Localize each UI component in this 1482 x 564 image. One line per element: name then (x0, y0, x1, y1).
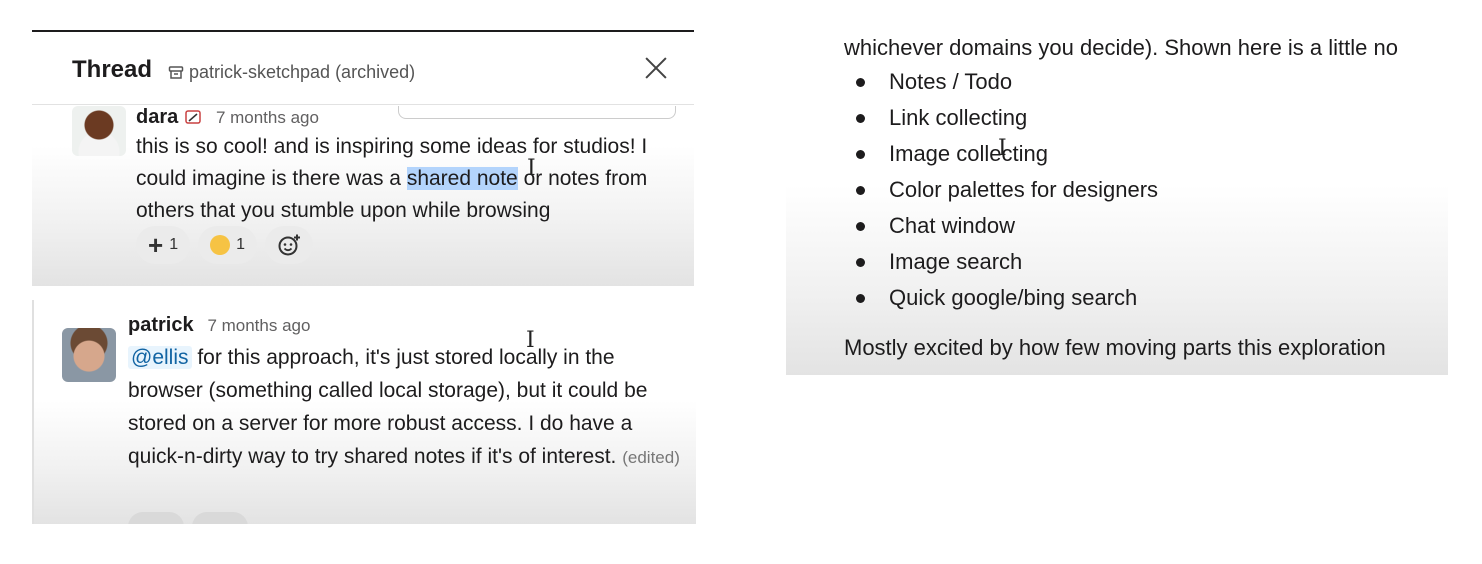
reactions-bar (128, 512, 248, 524)
list-item: Link collecting (844, 100, 1158, 136)
notes-footer: Mostly excited by how few moving parts t… (844, 335, 1386, 360)
thread-header: Thread patrick-sketchpad (archived) (32, 32, 694, 105)
status-emoji-icon (185, 110, 201, 125)
close-icon[interactable] (642, 54, 670, 82)
channel-link[interactable]: patrick-sketchpad (archived) (168, 62, 415, 83)
text-selection: shared note (406, 167, 518, 190)
message-author[interactable]: patrick (128, 314, 194, 336)
edited-label: (edited) (622, 448, 680, 467)
add-reaction-button[interactable] (192, 512, 248, 524)
archive-icon (168, 65, 184, 79)
channel-name: patrick-sketchpad (archived) (189, 62, 416, 82)
feature-list: Notes / Todo Link collecting Image colle… (844, 64, 1158, 316)
message-timestamp[interactable]: 7 months ago (216, 108, 319, 127)
message-text: this is so cool! and is inspiring some i… (136, 135, 648, 222)
reactions-bar: + 1 1 (136, 226, 313, 264)
list-item: Quick google/bing search (844, 280, 1158, 316)
list-item: Image search (844, 244, 1158, 280)
text-cursor-icon: Ι (527, 156, 536, 181)
reaction-pill[interactable] (128, 512, 184, 524)
notes-intro: whichever domains you decide). Shown her… (844, 35, 1398, 60)
emoji-face-icon (210, 235, 231, 255)
list-item: Color palettes for designers (844, 172, 1158, 208)
message-patrick: patrick 7 months ago @ellis for this app… (128, 310, 683, 474)
user-mention[interactable]: @ellis (128, 346, 192, 369)
notes-document: whichever domains you decide). Shown her… (786, 30, 1448, 375)
message-text: @ellis for this approach, it's just stor… (128, 346, 680, 468)
text-cursor-icon: Ι (526, 328, 535, 353)
list-item: Chat window (844, 208, 1158, 244)
message-author[interactable]: dara (136, 106, 178, 128)
text-cursor-icon: Ι (998, 136, 1007, 161)
avatar[interactable] (72, 106, 126, 156)
add-reaction-button[interactable] (265, 226, 313, 264)
message-timestamp[interactable]: 7 months ago (207, 316, 310, 335)
list-item: Notes / Todo (844, 64, 1158, 100)
thread-panel: Thread patrick-sketchpad (archived) dara… (32, 30, 694, 286)
avatar[interactable] (62, 328, 116, 382)
message-dara: dara 7 months ago this is so cool! and i… (136, 104, 676, 227)
thread-title: Thread (72, 56, 153, 83)
reaction-face[interactable]: 1 (198, 226, 257, 264)
reaction-plus[interactable]: + 1 (136, 226, 191, 264)
plus-icon: + (148, 230, 164, 260)
patrick-message-panel: patrick 7 months ago @ellis for this app… (32, 300, 696, 524)
add-reaction-icon (278, 234, 300, 256)
